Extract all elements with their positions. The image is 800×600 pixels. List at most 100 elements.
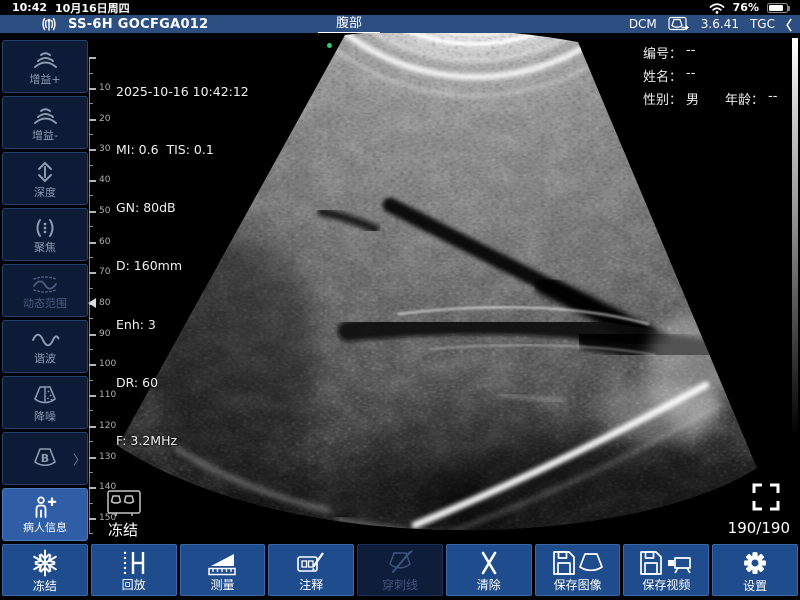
ruler-tick bbox=[89, 441, 93, 442]
probe-orientation-marker bbox=[327, 43, 332, 48]
bottom-toolbar: 冻结 回放 测量 bbox=[0, 544, 800, 596]
playback-icon bbox=[120, 550, 148, 576]
sidebar-item-gain-plus[interactable]: 增益+ bbox=[2, 40, 88, 93]
puncture-line-button[interactable]: 穿刺线 bbox=[357, 544, 443, 596]
tgc-button[interactable]: TGC 〈 bbox=[750, 15, 792, 34]
ruler-tick bbox=[89, 395, 96, 397]
imaging-parameters: 2025-10-16 10:42:12 MI: 0.6 TIS: 0.1 GN:… bbox=[116, 43, 249, 489]
software-version: 3.6.41 bbox=[701, 17, 739, 31]
clear-x-icon bbox=[476, 550, 502, 576]
sidebar-item-harmonic[interactable]: 谐波 bbox=[2, 320, 88, 373]
measure-button[interactable]: 测量 bbox=[180, 544, 266, 596]
ruler-tick bbox=[89, 119, 96, 121]
sidebar-item-focus[interactable]: 聚焦 bbox=[2, 208, 88, 261]
focus-marker[interactable] bbox=[88, 298, 96, 308]
ruler-tick-label: 120 bbox=[99, 421, 116, 431]
title-bar: SS-6H GOCFGA012 腹部 DCM 3.6.41 TGC 〈 bbox=[0, 15, 800, 33]
gain-minus-icon bbox=[30, 105, 60, 127]
ruler-tick-label: 50 bbox=[99, 206, 110, 216]
ruler-tick bbox=[89, 180, 96, 182]
ruler-tick bbox=[89, 426, 96, 428]
param-line: Enh: 3 bbox=[116, 315, 249, 334]
ruler-tick bbox=[89, 334, 96, 336]
ruler-tick-label: 90 bbox=[99, 328, 110, 338]
ruler-tick-label: 70 bbox=[99, 267, 110, 277]
frame-counter: 190/190 bbox=[718, 519, 790, 537]
sidebar-item-label: 降噪 bbox=[34, 411, 56, 422]
patient-name-label: 姓名： bbox=[643, 66, 682, 85]
sidebar-item-depth[interactable]: 深度 bbox=[2, 152, 88, 205]
harmonic-icon bbox=[30, 330, 60, 350]
ruler-tick bbox=[89, 410, 93, 411]
patient-sex-label: 性别： bbox=[643, 89, 682, 108]
ruler-tick bbox=[89, 349, 93, 350]
noise-reduction-icon bbox=[31, 384, 59, 408]
ruler-tick-label: 60 bbox=[99, 236, 110, 246]
param-line: F: 3.2MHz bbox=[116, 431, 249, 450]
sidebar-item-patient-info[interactable]: 病人信息 bbox=[2, 488, 88, 541]
ruler-tick bbox=[89, 73, 93, 74]
ruler-tick-label: 10 bbox=[99, 83, 110, 93]
patient-id-value: -- bbox=[686, 43, 695, 58]
toolbar-item-label: 保存视频 bbox=[642, 579, 690, 591]
clear-button[interactable]: 清除 bbox=[446, 544, 532, 596]
gear-icon bbox=[741, 549, 769, 577]
sidebar-item-dynamic-range[interactable]: 动态范围 bbox=[2, 264, 88, 317]
ruler-tick bbox=[89, 503, 93, 504]
dcm-export-icon[interactable] bbox=[668, 16, 690, 32]
freeze-button[interactable]: 冻结 bbox=[2, 544, 88, 596]
exam-preset-tab[interactable]: 腹部 bbox=[318, 15, 380, 33]
ios-status-bar: 10:42 10月16日周四 76% bbox=[0, 0, 800, 15]
param-line: GN: 80dB bbox=[116, 198, 249, 217]
imaging-area: 增益+ 增益- 深度 bbox=[0, 33, 800, 544]
save-video-button[interactable]: 保存视频 bbox=[623, 544, 709, 596]
dcm-label: DCM bbox=[629, 17, 657, 31]
ruler-tick bbox=[89, 288, 93, 289]
ruler-tick bbox=[89, 103, 93, 104]
focus-icon bbox=[32, 217, 58, 239]
ruler-tick bbox=[89, 195, 93, 196]
acquisition-datetime: 2025-10-16 10:42:12 bbox=[116, 82, 249, 101]
playback-button[interactable]: 回放 bbox=[91, 544, 177, 596]
ruler-tick-label: 130 bbox=[99, 451, 116, 461]
sidebar-item-b-mode[interactable]: B 〉 bbox=[2, 432, 88, 485]
ruler-tick bbox=[89, 149, 96, 151]
sidebar-item-label: 增益+ bbox=[29, 74, 60, 85]
ultrasound-app: 10:42 10月16日周四 76% SS-6H GOCFGA012 腹部 DC… bbox=[0, 0, 800, 600]
toolbar-item-label: 冻结 bbox=[33, 580, 57, 592]
ruler-tick bbox=[89, 533, 93, 534]
date: 10月16日周四 bbox=[55, 0, 130, 16]
ruler-tick bbox=[89, 257, 93, 258]
measure-icon bbox=[207, 550, 237, 576]
toolbar-item-label: 设置 bbox=[743, 580, 767, 592]
ruler-tick bbox=[89, 487, 96, 489]
puncture-line-icon bbox=[385, 550, 415, 576]
ruler-tick bbox=[89, 88, 96, 90]
ruler-tick bbox=[89, 242, 96, 244]
patient-age-label: 年龄： bbox=[725, 89, 764, 108]
ruler-tick bbox=[89, 380, 93, 381]
patient-sex-value: 男 bbox=[686, 89, 699, 108]
ruler-tick bbox=[89, 272, 96, 274]
cine-thumbnail-icon[interactable] bbox=[107, 487, 141, 518]
annotate-icon bbox=[296, 550, 326, 576]
grayscale-ramp-bar bbox=[792, 38, 798, 436]
sidebar-item-label: 动态范围 bbox=[23, 298, 67, 309]
toolbar-item-label: 注释 bbox=[299, 579, 323, 591]
annotate-button[interactable]: 注释 bbox=[268, 544, 354, 596]
save-image-button[interactable]: 保存图像 bbox=[535, 544, 621, 596]
settings-button[interactable]: 设置 bbox=[712, 544, 798, 596]
fullscreen-icon[interactable] bbox=[751, 482, 781, 512]
ruler-tick bbox=[89, 472, 93, 473]
depth-icon bbox=[32, 160, 58, 184]
wifi-icon bbox=[709, 2, 725, 14]
sidebar-item-gain-minus[interactable]: 增益- bbox=[2, 96, 88, 149]
param-line: MI: 0.6 TIS: 0.1 bbox=[116, 140, 249, 159]
ruler-tick bbox=[89, 226, 93, 227]
sidebar-item-noise-reduction[interactable]: 降噪 bbox=[2, 376, 88, 429]
ruler-tick-label: 30 bbox=[99, 144, 110, 154]
sidebar-item-label: 增益- bbox=[32, 130, 58, 141]
freeze-status-text: 冻结 bbox=[108, 519, 138, 540]
ruler-tick bbox=[89, 57, 96, 59]
ruler-tick-label: 80 bbox=[99, 298, 110, 308]
